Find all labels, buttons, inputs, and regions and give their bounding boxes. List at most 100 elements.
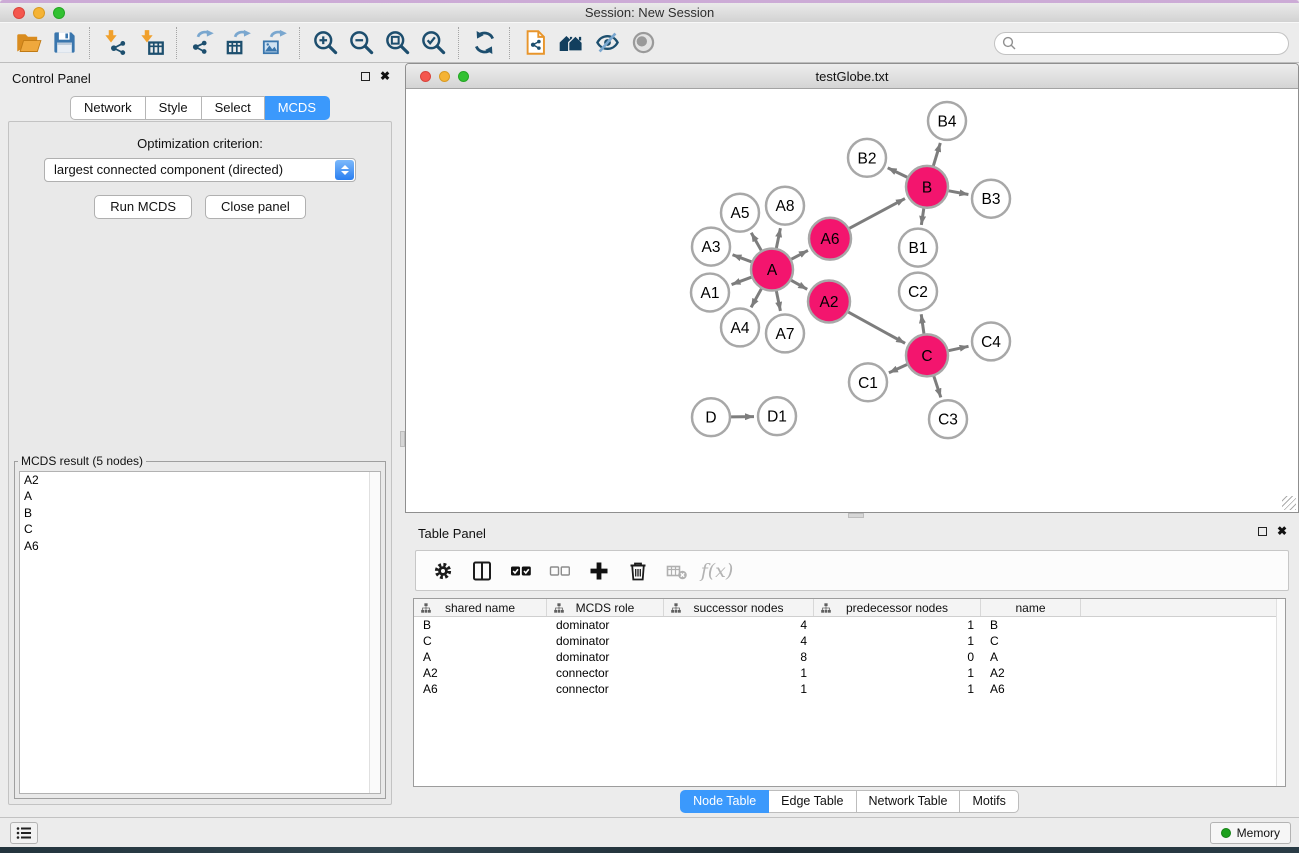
apply-function-button[interactable]: f(x)	[701, 556, 731, 586]
table-row[interactable]: Cdominator41C	[414, 633, 1285, 649]
tab-motifs[interactable]: Motifs	[960, 790, 1018, 813]
delete-table-button[interactable]	[662, 556, 692, 586]
birds-eye-view-button[interactable]	[625, 26, 661, 60]
search-input[interactable]	[994, 32, 1289, 55]
network-graph[interactable]: AA1A2A3A4A5A6A7A8BB1B2B3B4CC1C2C3C4DD1	[407, 90, 1297, 511]
tab-edge-table[interactable]: Edge Table	[769, 790, 856, 813]
graph-node-A7[interactable]: A7	[766, 314, 804, 352]
graph-edge-A-A4[interactable]	[751, 289, 761, 308]
apply-layout-button[interactable]	[466, 26, 502, 60]
float-panel-icon[interactable]	[1258, 527, 1267, 536]
graph-edge-A2-C[interactable]	[848, 312, 905, 343]
column-header-name[interactable]: name	[981, 599, 1081, 616]
tab-select[interactable]: Select	[202, 96, 265, 120]
import-network-button[interactable]	[97, 26, 133, 60]
graph-node-B3[interactable]: B3	[972, 180, 1010, 218]
criterion-dropdown[interactable]: largest connected component (directed)	[44, 158, 356, 182]
zoom-selected-button[interactable]	[415, 26, 451, 60]
graph-node-A2[interactable]: A2	[808, 281, 850, 323]
graph-edge-B-B4[interactable]	[933, 143, 940, 166]
graph-edge-C-C1[interactable]	[889, 365, 907, 373]
graph-edge-A-A5[interactable]	[751, 233, 761, 251]
mcds-result-item[interactable]: B	[20, 505, 380, 521]
window-resize-grip[interactable]	[1282, 496, 1296, 510]
select-all-columns-button[interactable]	[506, 556, 536, 586]
column-header-MCDS-role[interactable]: MCDS role	[547, 599, 664, 616]
close-panel-icon[interactable]: ✖	[1277, 526, 1287, 536]
save-session-button[interactable]	[46, 26, 82, 60]
memory-button[interactable]: Memory	[1210, 822, 1291, 844]
graph-edge-A-A3[interactable]	[733, 255, 752, 262]
mcds-result-item[interactable]: A	[20, 488, 380, 504]
graph-edge-C-C2[interactable]	[921, 314, 924, 333]
graph-node-B1[interactable]: B1	[899, 229, 937, 267]
column-header-predecessor-nodes[interactable]: predecessor nodes	[814, 599, 981, 616]
task-history-button[interactable]	[10, 822, 38, 844]
zoom-fit-button[interactable]	[379, 26, 415, 60]
table-row[interactable]: Bdominator41B	[414, 617, 1285, 633]
export-image-button[interactable]	[256, 26, 292, 60]
graph-node-C1[interactable]: C1	[849, 363, 887, 401]
tab-style[interactable]: Style	[146, 96, 202, 120]
tab-mcds[interactable]: MCDS	[265, 96, 330, 120]
graph-node-A[interactable]: A	[751, 249, 793, 291]
graphics-details-button[interactable]	[589, 26, 625, 60]
graph-node-B4[interactable]: B4	[928, 102, 966, 140]
home-button[interactable]	[553, 26, 589, 60]
graph-node-A8[interactable]: A8	[766, 187, 804, 225]
tab-node-table[interactable]: Node Table	[680, 790, 769, 813]
network-window-titlebar[interactable]: testGlobe.txt	[406, 64, 1298, 89]
deselect-all-columns-button[interactable]	[545, 556, 575, 586]
graph-edge-B-B1[interactable]	[921, 208, 923, 224]
tab-network[interactable]: Network	[70, 96, 146, 120]
table-scrollbar[interactable]	[1276, 599, 1285, 786]
close-panel-icon[interactable]: ✖	[380, 71, 390, 81]
graph-edge-A-A2[interactable]	[791, 280, 807, 289]
column-header-shared-name[interactable]: shared name	[414, 599, 547, 616]
graph-edge-A6-B[interactable]	[849, 199, 905, 229]
splitter-handle[interactable]	[848, 513, 864, 518]
column-header-successor-nodes[interactable]: successor nodes	[664, 599, 814, 616]
graph-node-C2[interactable]: C2	[899, 273, 937, 311]
open-session-button[interactable]	[10, 26, 46, 60]
graph-edge-A-A1[interactable]	[732, 277, 752, 284]
mcds-list-scrollbar[interactable]	[369, 472, 380, 793]
mcds-result-item[interactable]: A2	[20, 472, 380, 488]
graph-edge-C-C3[interactable]	[934, 376, 941, 397]
graph-node-D1[interactable]: D1	[758, 397, 796, 435]
graph-edge-C-C4[interactable]	[948, 346, 968, 350]
graph-node-A4[interactable]: A4	[721, 308, 759, 346]
graph-node-A5[interactable]: A5	[721, 194, 759, 232]
table-row[interactable]: A6connector11A6	[414, 681, 1285, 697]
graph-edge-B-B2[interactable]	[888, 168, 907, 177]
graph-node-C[interactable]: C	[906, 334, 948, 376]
close-panel-button[interactable]: Close panel	[205, 195, 306, 219]
mcds-result-item[interactable]: C	[20, 521, 380, 537]
new-network-from-selection-button[interactable]	[517, 26, 553, 60]
export-network-button[interactable]	[184, 26, 220, 60]
zoom-in-button[interactable]	[307, 26, 343, 60]
delete-columns-button[interactable]	[623, 556, 653, 586]
graph-edge-A-A7[interactable]	[776, 291, 780, 311]
export-table-button[interactable]	[220, 26, 256, 60]
run-mcds-button[interactable]: Run MCDS	[94, 195, 192, 219]
table-settings-button[interactable]	[428, 556, 458, 586]
graph-edge-A-A8[interactable]	[776, 228, 780, 248]
graph-edge-A-A6[interactable]	[791, 250, 808, 259]
graph-node-C4[interactable]: C4	[972, 322, 1010, 360]
network-canvas[interactable]: AA1A2A3A4A5A6A7A8BB1B2B3B4CC1C2C3C4DD1	[407, 90, 1297, 511]
mcds-result-item[interactable]: A6	[20, 538, 380, 554]
graph-node-A6[interactable]: A6	[809, 218, 851, 260]
graph-edge-B-B3[interactable]	[949, 191, 969, 195]
import-table-button[interactable]	[133, 26, 169, 60]
panel-layout-button[interactable]	[467, 556, 497, 586]
graph-node-A3[interactable]: A3	[692, 228, 730, 266]
graph-node-A1[interactable]: A1	[691, 274, 729, 312]
add-column-button[interactable]	[584, 556, 614, 586]
tab-network-table[interactable]: Network Table	[857, 790, 961, 813]
graph-node-C3[interactable]: C3	[929, 400, 967, 438]
float-panel-icon[interactable]	[361, 72, 370, 81]
table-row[interactable]: A2connector11A2	[414, 665, 1285, 681]
table-row[interactable]: Adominator80A	[414, 649, 1285, 665]
zoom-out-button[interactable]	[343, 26, 379, 60]
